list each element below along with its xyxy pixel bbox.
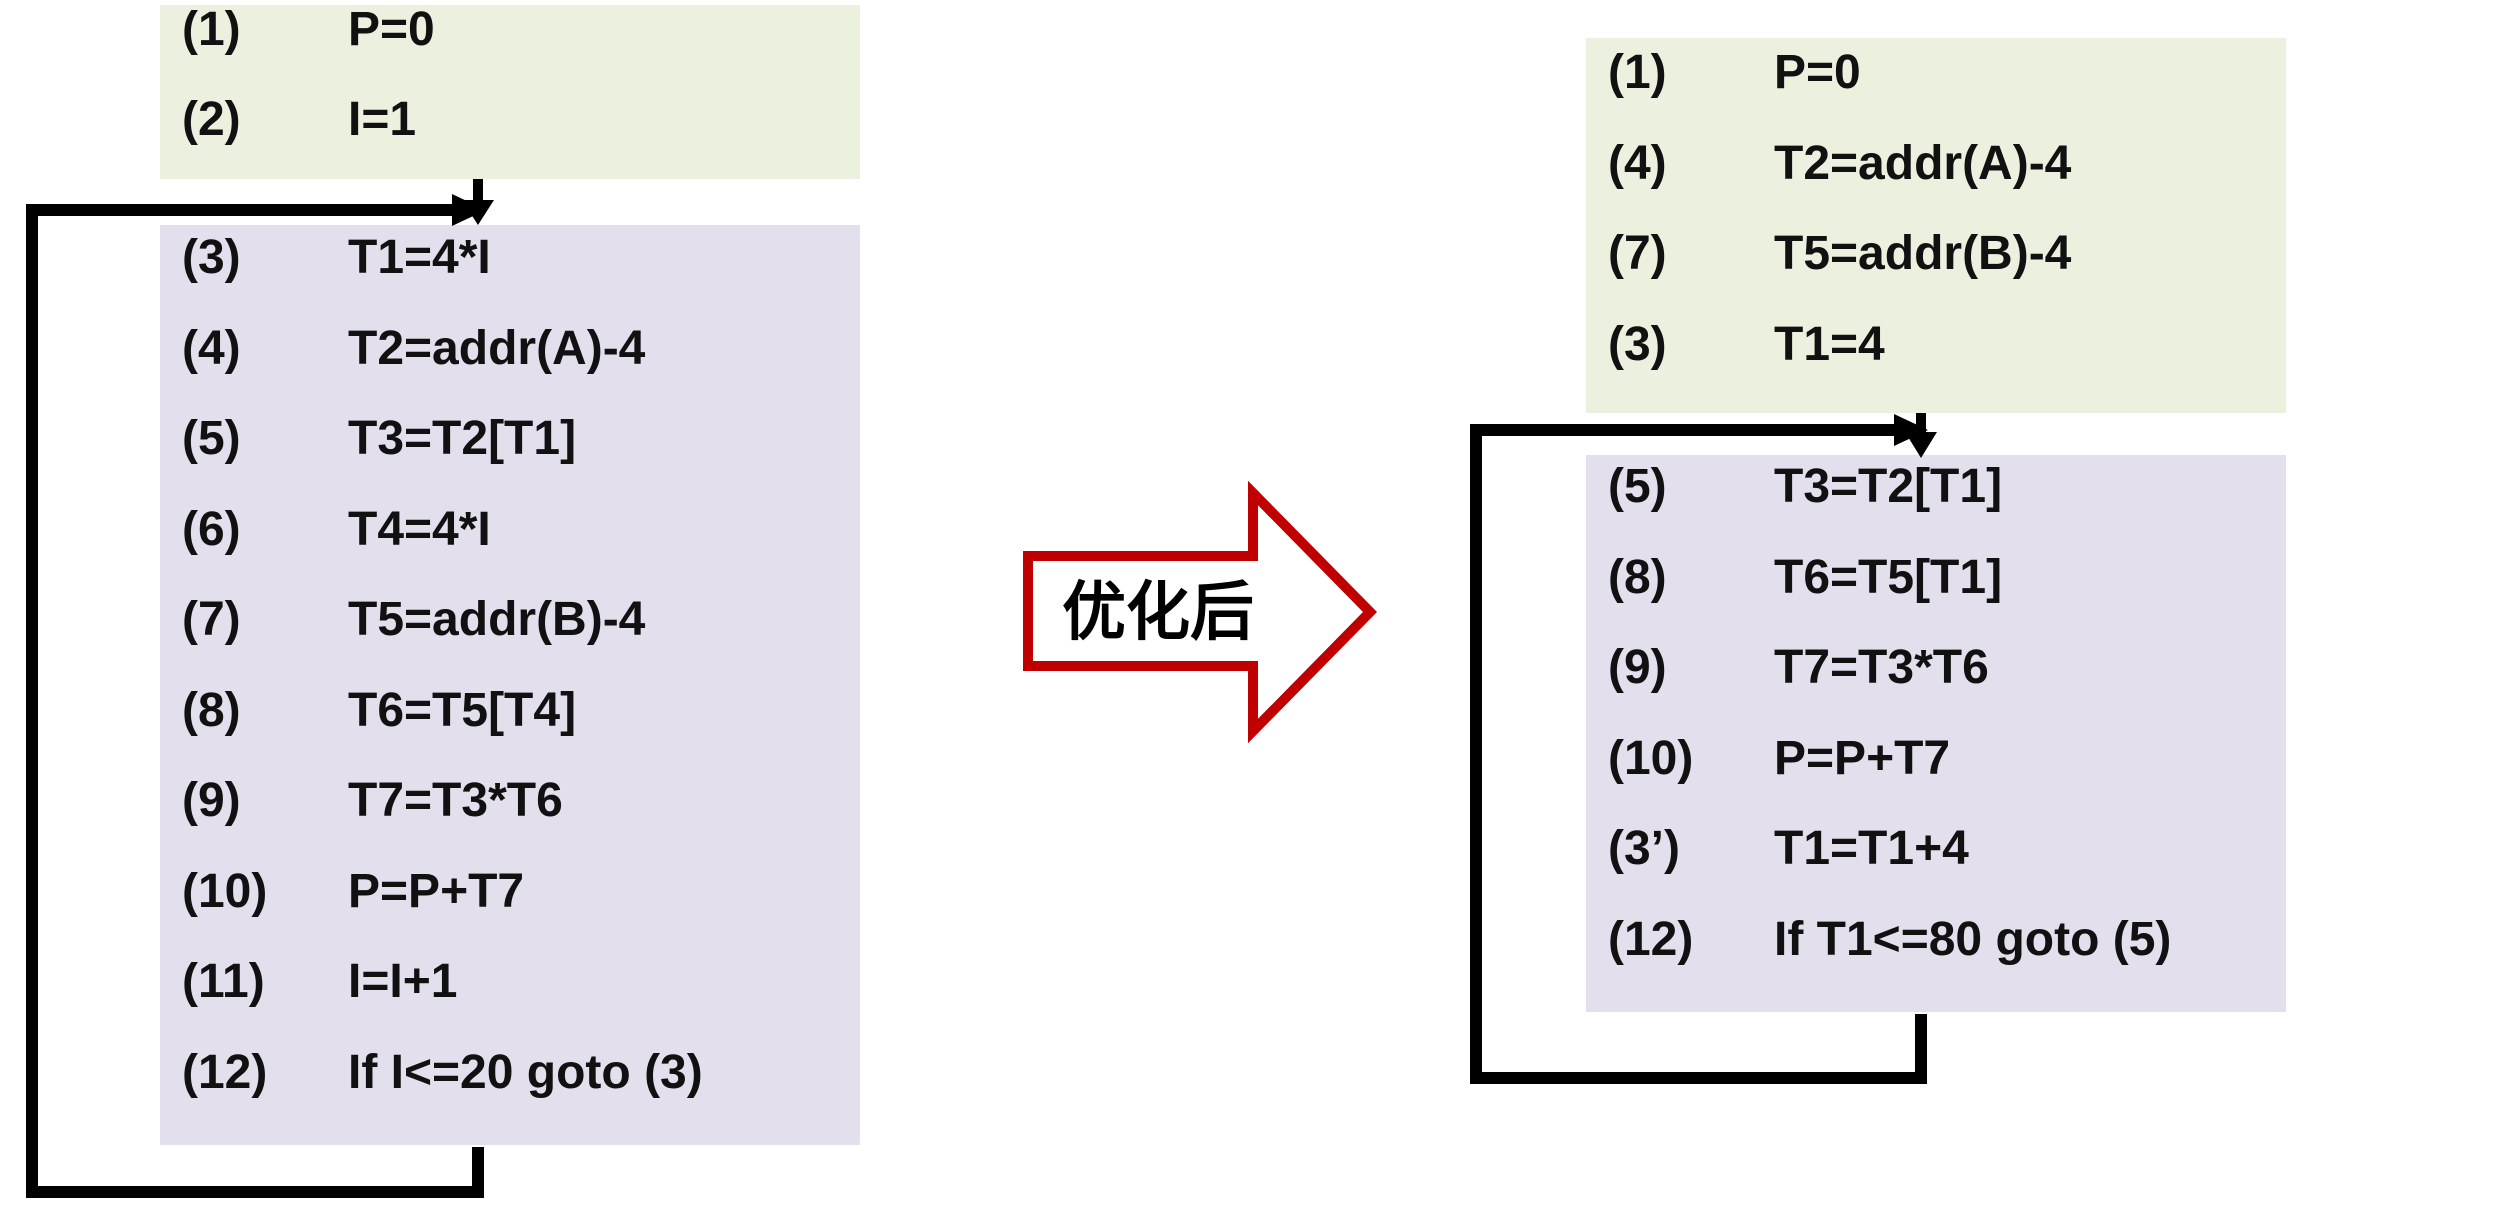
optimize-arrow-label: 优化后 bbox=[1062, 576, 1254, 650]
left-loop-back-edge bbox=[26, 204, 484, 1198]
right-entry-arrowhead bbox=[1905, 432, 1937, 458]
right-loop-back-edge bbox=[1470, 424, 1927, 1084]
